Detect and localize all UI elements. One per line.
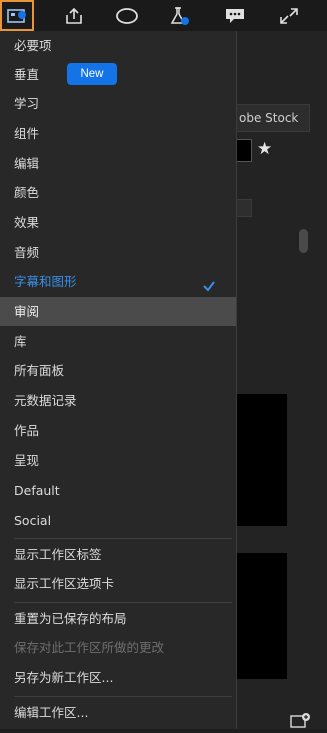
expand-icon (278, 7, 300, 25)
workspace-icon (6, 7, 28, 25)
ellipse-icon (115, 7, 139, 25)
menu-item-audio[interactable]: 音频 (0, 238, 236, 267)
menu-item-essentials[interactable]: 必要项 (0, 31, 236, 60)
menu-item-edit-workspaces[interactable]: 编辑工作区... (0, 698, 236, 727)
workspace-menu: 必要项 垂直 学习 组件 编辑 颜色 效果 音频 字幕和图形 审阅 库 所有面板… (0, 31, 237, 729)
comment-icon (224, 7, 246, 25)
new-item-icon[interactable] (290, 712, 312, 729)
adobe-stock-button[interactable]: obe Stock (237, 104, 310, 132)
menu-item-show-workspace-labels[interactable]: 显示工作区标签 (0, 540, 236, 569)
menu-item-libraries[interactable]: 库 (0, 327, 236, 356)
top-toolbar (0, 0, 327, 32)
checkmark-icon (202, 274, 216, 292)
menu-item-vertical[interactable]: 垂直 (0, 60, 236, 89)
menu-item-render[interactable]: 呈现 (0, 446, 236, 475)
menu-item-default[interactable]: Default (0, 476, 236, 505)
menu-item-social[interactable]: Social (0, 506, 236, 535)
menu-item-reset-layout[interactable]: 重置为已保存的布局 (0, 604, 236, 633)
dropdown-control[interactable] (237, 199, 252, 217)
menu-item-effects[interactable]: 效果 (0, 208, 236, 237)
menu-item-metadata-logging[interactable]: 元数据记录 (0, 386, 236, 415)
new-badge: New (67, 63, 117, 85)
menu-item-review[interactable]: 审阅 (0, 297, 236, 326)
menu-divider (14, 696, 232, 697)
beaker-icon (169, 6, 191, 26)
share-icon (63, 7, 85, 25)
preview-thumbnail (237, 394, 287, 526)
menu-item-editing[interactable]: 编辑 (0, 149, 236, 178)
menu-item-captions-graphics[interactable]: 字幕和图形 (0, 267, 236, 296)
menu-divider (14, 538, 232, 539)
menu-item-show-workspace-tabs[interactable]: 显示工作区选项卡 (0, 569, 236, 598)
share-button[interactable] (57, 0, 91, 31)
expand-button[interactable] (272, 0, 306, 31)
preview-thumbnail (237, 553, 287, 679)
menu-item-color[interactable]: 颜色 (0, 178, 236, 207)
menu-item-production[interactable]: 作品 (0, 416, 236, 445)
menu-divider (14, 602, 232, 603)
menu-item-save-changes: 保存对此工作区所做的更改 (14, 640, 165, 655)
beaker-button[interactable] (163, 0, 197, 31)
menu-item-all-panels[interactable]: 所有面板 (0, 356, 236, 385)
menu-item-learning[interactable]: 学习 (0, 89, 236, 118)
workspace-button[interactable] (0, 0, 34, 31)
scrollbar-thumb[interactable] (299, 229, 308, 253)
ellipse-button[interactable] (110, 0, 144, 31)
color-swatch[interactable] (237, 139, 252, 162)
star-icon[interactable]: ★ (257, 139, 272, 160)
comment-button[interactable] (218, 0, 252, 31)
menu-item-save-as-new[interactable]: 另存为新工作区... (0, 663, 236, 692)
menu-item-assembly[interactable]: 组件 (0, 119, 236, 148)
